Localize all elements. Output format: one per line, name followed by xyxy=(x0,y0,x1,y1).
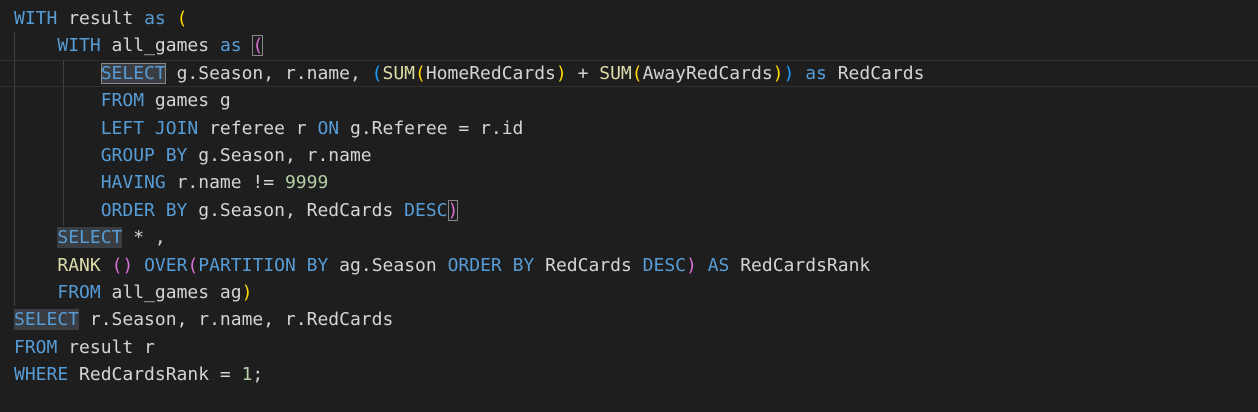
code-token: * , xyxy=(122,227,166,249)
code-token: ( xyxy=(176,8,188,29)
code-token: r.name != xyxy=(165,172,285,194)
code-line[interactable]: SELECT g.Season, r.name, (SUM(HomeRedCar… xyxy=(0,59,1258,88)
code-token: all_games ag xyxy=(100,281,242,303)
code-token: SELECT xyxy=(57,227,123,249)
code-line[interactable]: WITH result as ( xyxy=(14,5,924,32)
code-token: RedCards xyxy=(826,62,925,84)
code-token: () xyxy=(111,254,134,276)
code-line[interactable]: WITH all_games as ( xyxy=(14,32,924,59)
code-token: ; xyxy=(252,364,264,386)
code-token: HAVING xyxy=(100,172,166,194)
code-token: ag.Season xyxy=(328,254,448,276)
code-token: LEFT JOIN xyxy=(100,117,199,139)
code-editor[interactable]: WITH result as ( WITH all_games as ( SEL… xyxy=(0,0,1258,412)
code-token: ) xyxy=(241,281,253,303)
code-line[interactable]: WHERE RedCardsRank = 1; xyxy=(14,361,924,388)
code-token: g.Season, r.name, xyxy=(165,62,372,84)
code-token: AS xyxy=(707,254,730,276)
code-token: FROM xyxy=(100,90,145,112)
code-line[interactable]: SELECT r.Season, r.name, r.RedCards xyxy=(14,306,924,333)
code-token: SUM xyxy=(382,62,415,84)
code-token: 1 xyxy=(241,364,253,386)
code-token: ) xyxy=(783,62,795,84)
code-token: ( xyxy=(252,35,264,57)
code-token: ( xyxy=(415,62,426,84)
code-token: FROM xyxy=(57,281,101,303)
code-token: DESC xyxy=(404,199,448,221)
code-token: ) xyxy=(555,62,567,84)
code-line[interactable]: GROUP BY g.Season, r.name xyxy=(14,142,924,169)
code-token: GROUP BY xyxy=(100,144,188,166)
code-token: AwayRedCards xyxy=(642,62,773,84)
code-token: ) xyxy=(772,62,784,84)
code-line[interactable]: ORDER BY g.Season, RedCards DESC) xyxy=(14,197,924,224)
code-line[interactable]: HAVING r.name != 9999 xyxy=(14,169,924,196)
code-token: as xyxy=(219,35,242,57)
code-token: ON xyxy=(317,117,340,139)
code-area[interactable]: WITH result as ( WITH all_games as ( SEL… xyxy=(0,5,1258,388)
code-line[interactable]: LEFT JOIN referee r ON g.Referee = r.id xyxy=(14,115,924,142)
code-token: all_games xyxy=(100,35,220,57)
code-token: OVER xyxy=(144,254,188,276)
code-token: result xyxy=(57,8,145,29)
code-token: RedCardsRank xyxy=(729,254,871,276)
code-token: FROM xyxy=(14,336,58,358)
code-token: WITH xyxy=(57,35,101,57)
code-token: as xyxy=(144,8,166,29)
code-line[interactable]: FROM games g xyxy=(14,87,924,114)
code-line[interactable]: FROM all_games ag) xyxy=(14,279,924,306)
code-token: ORDER BY xyxy=(100,199,188,221)
code-token: r.Season, r.name, r.RedCards xyxy=(79,309,394,331)
code-token: RedCardsRank = xyxy=(68,364,242,386)
code-token: PARTITION BY xyxy=(198,254,329,276)
code-token: as xyxy=(805,62,827,84)
code-line[interactable]: RANK () OVER(PARTITION BY ag.Season ORDE… xyxy=(14,252,924,279)
code-token: result r xyxy=(57,336,155,358)
code-token: ( xyxy=(187,254,199,276)
code-token: WITH xyxy=(14,8,58,29)
code-token: ( xyxy=(371,62,383,84)
code-token: RANK xyxy=(57,254,101,276)
code-token: SELECT xyxy=(100,62,166,84)
code-token: ( xyxy=(631,62,643,84)
code-token: ) xyxy=(447,199,459,221)
code-token: SELECT xyxy=(14,309,80,331)
code-line[interactable]: SELECT * , xyxy=(14,224,924,251)
code-token: RedCards xyxy=(534,254,643,276)
code-token: ORDER BY xyxy=(447,254,535,276)
code-token: g.Season, RedCards xyxy=(187,199,405,221)
code-token: SUM xyxy=(599,62,632,84)
code-token: HomeRedCards xyxy=(425,62,556,84)
code-token: g.Season, r.name xyxy=(187,144,372,166)
code-token: games g xyxy=(144,90,231,112)
code-token: g.Referee = r.id xyxy=(339,117,524,139)
code-token: + xyxy=(566,62,600,84)
code-token: ) xyxy=(686,254,697,276)
code-line[interactable]: FROM result r xyxy=(14,334,924,361)
code-token: 9999 xyxy=(284,172,329,194)
code-token: WHERE xyxy=(14,364,69,386)
code-token: referee r xyxy=(198,117,318,139)
code-token: DESC xyxy=(642,254,686,276)
